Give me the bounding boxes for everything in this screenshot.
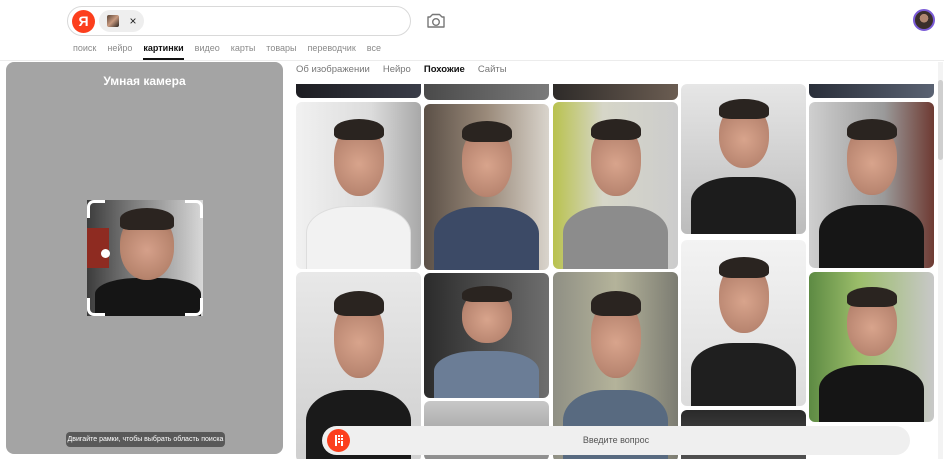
similar-image[interactable] — [681, 240, 806, 406]
object-marker-dot[interactable] — [101, 249, 110, 258]
crop-handle-bottom-left[interactable] — [87, 298, 105, 316]
tab-neuro-result[interactable]: Нейро — [383, 62, 411, 82]
tab-images[interactable]: картинки — [143, 40, 184, 60]
photo-hair — [120, 208, 174, 230]
photo-background-detail — [87, 228, 109, 268]
tab-similar[interactable]: Похожие — [424, 62, 465, 82]
smart-camera-panel: Умная камера Двигайте рамки, чтобы выбра… — [6, 62, 283, 454]
similar-image[interactable] — [296, 84, 421, 98]
similar-images-grid — [296, 84, 936, 459]
crop-hint: Двигайте рамки, чтобы выбрать область по… — [66, 432, 225, 447]
ask-question-bar[interactable]: Введите вопрос — [322, 426, 910, 455]
image-query-chip[interactable]: × — [99, 10, 144, 32]
similar-image[interactable] — [681, 84, 806, 234]
header-divider — [0, 60, 944, 61]
tab-products[interactable]: товары — [266, 40, 296, 60]
header: Я × поиск нейро картинки видео карты тов… — [0, 0, 944, 61]
similar-image[interactable] — [809, 84, 934, 98]
tab-video[interactable]: видео — [195, 40, 220, 60]
avatar[interactable] — [913, 9, 935, 31]
crop-handle-top-right[interactable] — [185, 200, 203, 218]
yandex-logo[interactable]: Я — [72, 10, 95, 33]
similar-image[interactable] — [809, 102, 934, 268]
tab-search[interactable]: поиск — [73, 40, 96, 60]
search-bar[interactable]: Я × — [67, 6, 411, 36]
query-image-thumbnail — [107, 15, 119, 27]
similar-image[interactable] — [424, 104, 549, 270]
tab-about-image[interactable]: Об изображении — [296, 62, 370, 82]
tab-translator[interactable]: переводчик — [307, 40, 355, 60]
similar-image[interactable] — [553, 102, 678, 269]
tab-sites[interactable]: Сайты — [478, 62, 507, 82]
result-tabs: Об изображении Нейро Похожие Сайты — [296, 62, 520, 82]
similar-image[interactable] — [424, 84, 549, 100]
crop-frame[interactable] — [87, 200, 203, 316]
similar-image[interactable] — [296, 102, 421, 269]
similar-image[interactable] — [424, 273, 549, 398]
camera-search-button[interactable] — [425, 11, 447, 31]
tab-neuro[interactable]: нейро — [107, 40, 132, 60]
close-icon[interactable]: × — [126, 13, 140, 29]
search-type-tabs: поиск нейро картинки видео карты товары … — [73, 40, 392, 60]
ask-input-placeholder[interactable]: Введите вопрос — [322, 426, 910, 455]
crop-handle-top-left[interactable] — [87, 200, 105, 218]
tab-maps[interactable]: карты — [231, 40, 256, 60]
similar-image[interactable] — [809, 272, 934, 422]
camera-icon — [427, 13, 445, 28]
tab-all[interactable]: все — [367, 40, 381, 60]
crop-handle-bottom-right[interactable] — [185, 298, 203, 316]
scrollbar-thumb[interactable] — [938, 80, 943, 160]
similar-image[interactable] — [553, 84, 678, 100]
panel-title: Умная камера — [103, 74, 186, 88]
